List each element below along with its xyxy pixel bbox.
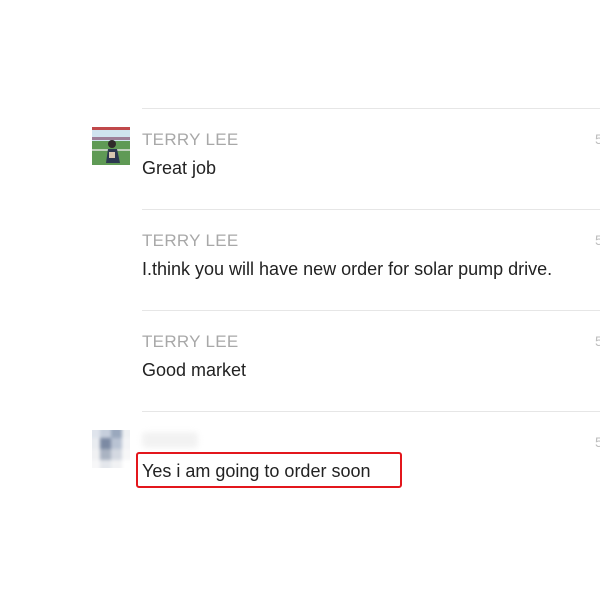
message-text: Great job [142,158,217,178]
blurred-avatar-icon [92,430,130,468]
highlight-annotation [136,452,402,488]
message-time: 5 [595,131,600,147]
message-divider [142,108,600,109]
message-divider [142,310,600,311]
message-text: Good market [142,360,247,380]
message-sender: TERRY LEE [142,332,239,351]
message-time: 5 [595,434,600,450]
message-divider [142,411,600,412]
chat-thread: TERRY LEE Great job 5 TERRY LEE I.think … [0,0,600,600]
avatar[interactable] [92,127,130,165]
message-text: I.think you will have new order for sola… [142,259,553,279]
message-divider [142,209,600,210]
message-sender: TERRY LEE [142,231,239,250]
message-sender: TERRY LEE [142,130,239,149]
avatar[interactable] [92,430,130,468]
user-photo-icon [92,127,130,165]
message-time: 5 [595,232,600,248]
blurred-sender-name [142,432,198,448]
message-time: 5 [595,333,600,349]
